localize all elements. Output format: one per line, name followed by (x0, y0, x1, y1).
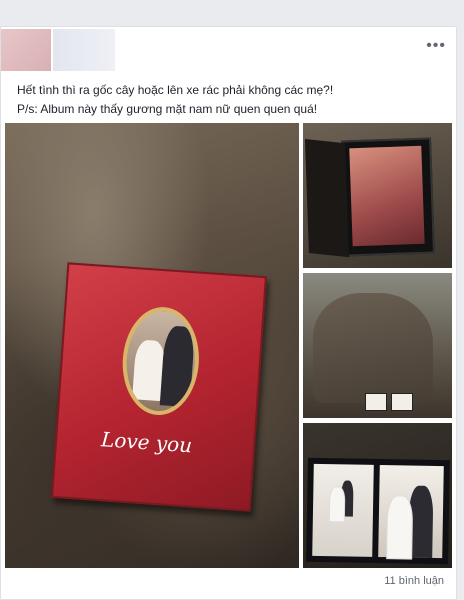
photo-thumb-1[interactable] (303, 123, 452, 268)
post-footer: 11 bình luận (1, 567, 456, 599)
author-name-blurred[interactable] (53, 29, 115, 71)
photo-main[interactable]: Love you (5, 123, 299, 568)
album-right-page (378, 465, 444, 560)
post-text: Hết tình thì ra gốc cây hoặc lên xe rác … (17, 81, 447, 119)
wedding-oval-photo (119, 304, 203, 418)
post-text-line-2: P/s: Album này thấy gương mặt nam nữ que… (17, 102, 318, 116)
small-photo (391, 393, 413, 411)
album-cover-text: Love you (100, 427, 193, 458)
small-photo (365, 393, 387, 411)
comment-count-link[interactable]: 11 bình luận (384, 575, 444, 587)
photo-gallery: Love you (5, 123, 452, 568)
photo-thumb-2[interactable] (303, 273, 452, 418)
tree-trunk (313, 293, 433, 403)
photo-thumb-3[interactable] (303, 423, 452, 568)
post-text-line-1: Hết tình thì ra gốc cây hoặc lên xe rác … (17, 83, 334, 97)
framed-couple-photo (304, 137, 435, 258)
more-options-icon[interactable]: ••• (426, 37, 446, 55)
open-album (306, 457, 450, 565)
red-album: Love you (51, 262, 267, 512)
post-card: ••• Hết tình thì ra gốc cây hoặc lên xe … (0, 26, 457, 600)
avatar[interactable] (1, 29, 51, 71)
album-left-page (312, 463, 374, 557)
